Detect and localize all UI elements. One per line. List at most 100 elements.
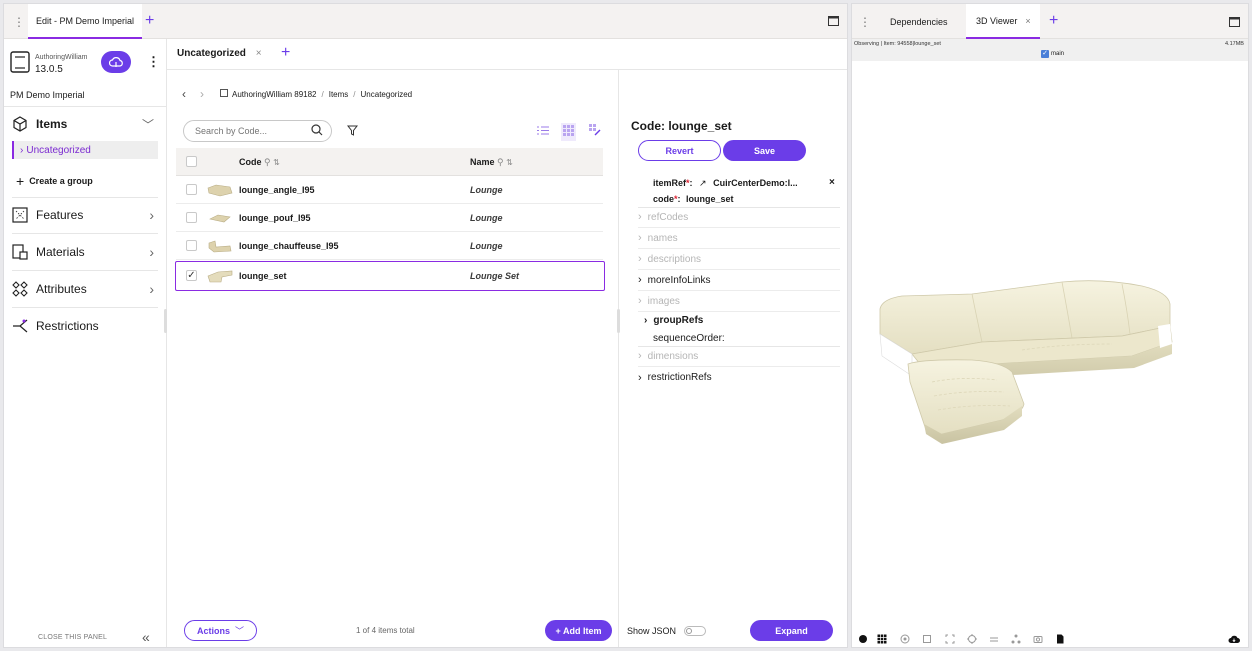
row-checkbox[interactable] bbox=[186, 212, 197, 223]
tab-3d-viewer[interactable]: 3D Viewer × bbox=[966, 4, 1040, 39]
actions-button[interactable]: Actions ﹀ bbox=[184, 620, 257, 641]
sidebar-item-label: Attributes bbox=[36, 282, 87, 296]
filter-icon[interactable] bbox=[346, 125, 359, 139]
items-count: 1 of 4 items total bbox=[356, 626, 415, 635]
window-maximize-icon[interactable] bbox=[828, 16, 839, 26]
close-panel-button[interactable]: CLOSE THIS PANEL bbox=[38, 634, 107, 641]
code-value: lounge_set bbox=[686, 194, 734, 204]
collapse-panel-icon[interactable]: « bbox=[142, 629, 150, 645]
sidebar-item-restrictions[interactable]: Restrictions bbox=[12, 308, 158, 344]
sort-icon[interactable]: ⇅ bbox=[273, 158, 280, 167]
row-checkbox[interactable] bbox=[186, 184, 197, 195]
sofa-thumbnail bbox=[206, 182, 234, 198]
sofa-3d-model[interactable] bbox=[872, 264, 1202, 444]
table-row[interactable]: lounge_angle_I95 Lounge bbox=[176, 176, 603, 204]
target-icon[interactable] bbox=[967, 633, 977, 644]
upload-cloud-button[interactable] bbox=[101, 51, 131, 73]
content-tabbar: Uncategorized × + bbox=[167, 39, 847, 70]
sphere-icon[interactable] bbox=[900, 633, 910, 644]
sidebar-item-materials[interactable]: Materials › bbox=[12, 234, 158, 270]
item-ref-field[interactable]: itemRef*: ↗ CuirCenterDemo:l... bbox=[653, 178, 798, 189]
cloud-upload-icon bbox=[109, 57, 123, 67]
search-icon[interactable]: ⚲ bbox=[264, 157, 271, 167]
add-tab-icon[interactable]: + bbox=[281, 44, 290, 62]
more-options-icon[interactable]: ⋮ bbox=[147, 54, 160, 70]
row-checkbox-checked[interactable]: ✓ bbox=[186, 270, 197, 281]
more-vertical-icon[interactable]: ⋮ bbox=[13, 15, 25, 29]
tab-dependencies[interactable]: Dependencies bbox=[890, 4, 948, 39]
sidebar-item-attributes[interactable]: Attributes › bbox=[12, 271, 158, 307]
group-uncategorized[interactable]: › Uncategorized bbox=[12, 141, 158, 159]
property-refcodes[interactable]: › refCodes bbox=[638, 207, 840, 228]
branch-checkbox[interactable]: ✓ main bbox=[1041, 50, 1064, 58]
table-row[interactable]: lounge_chauffeuse_I95 Lounge bbox=[176, 232, 603, 260]
detail-resize-handle[interactable] bbox=[617, 309, 620, 333]
grid-view-icon[interactable] bbox=[561, 123, 576, 141]
close-icon[interactable]: × bbox=[256, 48, 262, 59]
file-icon[interactable] bbox=[1055, 633, 1065, 644]
column-header-name[interactable]: Name ⚲ ⇅ bbox=[470, 157, 513, 168]
search-icon[interactable] bbox=[311, 124, 323, 139]
create-group-label: Create a group bbox=[29, 176, 93, 186]
sidebar-item-items[interactable]: Items ﹀ bbox=[12, 106, 158, 142]
property-names[interactable]: › names bbox=[638, 228, 840, 249]
grid-icon[interactable] bbox=[877, 633, 887, 644]
property-grouprefs[interactable]: › groupRefs bbox=[644, 315, 703, 326]
viewer-resize-handle[interactable] bbox=[851, 316, 852, 340]
revert-button[interactable]: Revert bbox=[638, 140, 721, 161]
expand-button[interactable]: Expand bbox=[750, 620, 833, 641]
more-vertical-icon[interactable]: ⋮ bbox=[859, 15, 871, 29]
window-maximize-icon[interactable] bbox=[1229, 16, 1240, 30]
property-images[interactable]: › images bbox=[638, 291, 840, 312]
restrictions-icon bbox=[12, 318, 28, 334]
search-icon[interactable]: ⚲ bbox=[497, 157, 504, 167]
back-arrow-icon[interactable]: ‹ bbox=[182, 87, 186, 101]
search-input[interactable] bbox=[195, 126, 305, 136]
property-descriptions[interactable]: › descriptions bbox=[638, 249, 840, 270]
list-view-icon[interactable] bbox=[537, 125, 549, 139]
add-tab-icon[interactable]: + bbox=[145, 12, 154, 30]
paint-palette-icon[interactable] bbox=[858, 633, 868, 643]
property-label: images bbox=[647, 295, 680, 307]
features-icon bbox=[12, 207, 28, 223]
sidebar-resize-handle[interactable] bbox=[164, 309, 167, 333]
property-restrictionrefs[interactable]: › restrictionRefs bbox=[638, 367, 840, 388]
sidebar-item-label: Items bbox=[36, 117, 68, 131]
sort-icon[interactable]: ⇅ bbox=[506, 158, 513, 167]
property-dimensions[interactable]: › dimensions bbox=[638, 346, 840, 367]
dimensions-icon[interactable] bbox=[989, 633, 999, 643]
cloud-download-icon[interactable] bbox=[1228, 633, 1240, 643]
external-link-icon[interactable]: ↗ bbox=[699, 178, 707, 188]
create-group-button[interactable]: + Create a group bbox=[16, 173, 93, 189]
property-sequenceorder[interactable]: sequenceOrder: bbox=[653, 333, 725, 344]
column-header-code[interactable]: Code ⚲ ⇅ bbox=[239, 157, 280, 168]
checkbox-checked-icon: ✓ bbox=[1041, 50, 1049, 58]
camera-icon[interactable] bbox=[1033, 633, 1043, 643]
breadcrumb-root[interactable]: AuthoringWilliam 89182 bbox=[232, 90, 317, 99]
save-button[interactable]: Save bbox=[723, 140, 806, 161]
breadcrumb-items[interactable]: Items bbox=[329, 90, 349, 99]
forward-arrow-icon[interactable]: › bbox=[200, 87, 204, 101]
tab-edit-pm-demo[interactable]: Edit - PM Demo Imperial bbox=[28, 4, 142, 39]
frame-icon[interactable] bbox=[945, 633, 955, 644]
chevron-right-icon: › bbox=[149, 207, 154, 223]
cube-view-icon[interactable] bbox=[922, 633, 932, 643]
show-json-toggle[interactable] bbox=[684, 626, 706, 636]
row-checkbox[interactable] bbox=[186, 240, 197, 251]
table-row[interactable]: lounge_pouf_I95 Lounge bbox=[176, 204, 603, 232]
search-box[interactable] bbox=[183, 120, 332, 142]
clear-item-ref-icon[interactable]: × bbox=[829, 177, 835, 188]
breadcrumb-current[interactable]: Uncategorized bbox=[361, 90, 413, 99]
tab-uncategorized[interactable]: Uncategorized × bbox=[177, 48, 262, 59]
item-ref-value[interactable]: CuirCenterDemo:l... bbox=[713, 178, 798, 188]
property-moreinfolinks[interactable]: › moreInfoLinks bbox=[638, 270, 840, 291]
add-item-button[interactable]: + Add Item bbox=[545, 620, 612, 641]
select-all-checkbox[interactable] bbox=[186, 156, 197, 167]
sidebar-item-features[interactable]: Features › bbox=[12, 197, 158, 233]
chevron-right-icon: › bbox=[638, 211, 642, 223]
edit-grid-icon[interactable] bbox=[589, 124, 601, 139]
add-tab-icon[interactable]: + bbox=[1049, 12, 1058, 30]
close-icon[interactable]: × bbox=[1025, 16, 1030, 26]
hierarchy-icon[interactable] bbox=[1011, 633, 1021, 644]
table-row-selected[interactable]: ✓ lounge_set Lounge Set bbox=[175, 261, 605, 291]
